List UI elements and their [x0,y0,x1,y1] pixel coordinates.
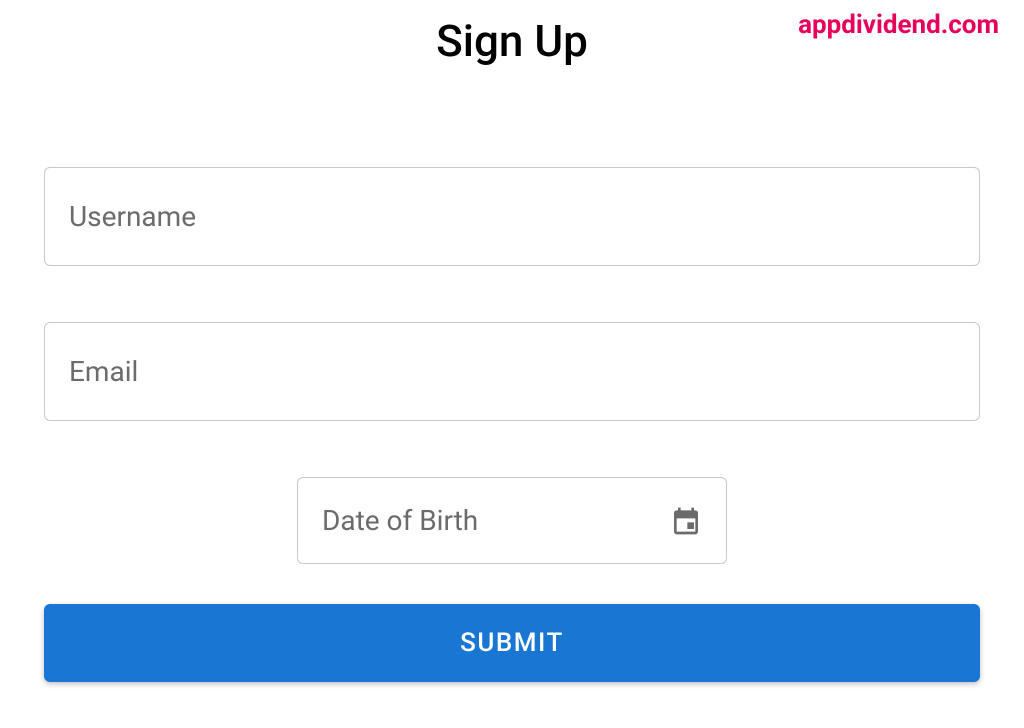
dob-field[interactable]: Date of Birth [297,477,727,564]
watermark-text: appdividend.com [798,10,999,40]
calendar-icon [670,505,702,537]
dob-label: Date of Birth [322,504,478,537]
submit-button[interactable]: SUBMIT [44,604,980,682]
username-input[interactable] [44,167,980,266]
signup-form: Date of Birth SUBMIT [40,167,984,682]
email-input[interactable] [44,322,980,421]
